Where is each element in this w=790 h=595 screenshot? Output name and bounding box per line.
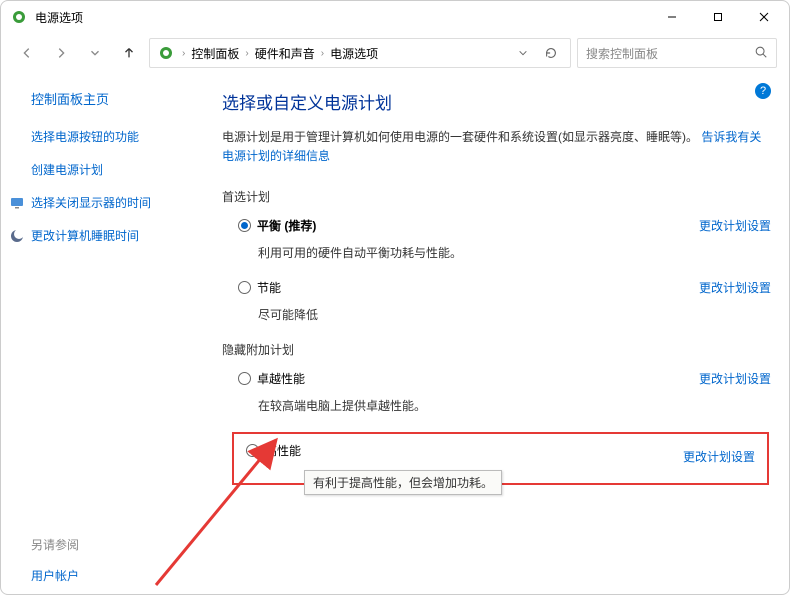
main-content: ? 选择或自定义电源计划 电源计划是用于管理计算机如何使用电源的一套硬件和系统设… xyxy=(206,73,789,594)
preferred-plans-label: 首选计划 xyxy=(222,188,771,205)
search-input[interactable]: 搜索控制面板 xyxy=(577,38,777,68)
titlebar: 电源选项 xyxy=(1,1,789,33)
monitor-icon xyxy=(9,195,25,211)
change-plan-settings-link[interactable]: 更改计划设置 xyxy=(699,217,771,234)
change-plan-settings-link[interactable]: 更改计划设置 xyxy=(683,448,755,465)
up-button[interactable] xyxy=(115,39,143,67)
plan-desc: 尽可能降低 xyxy=(258,306,771,323)
sidebar-link-sleep-time[interactable]: 更改计算机睡眠时间 xyxy=(31,227,206,244)
sidebar-link-create-plan[interactable]: 创建电源计划 xyxy=(31,161,206,178)
plan-desc: 利用可用的硬件自动平衡功耗与性能。 xyxy=(258,244,771,261)
breadcrumb-item[interactable]: 控制面板 xyxy=(189,45,241,62)
sidebar-link-power-button[interactable]: 选择电源按钮的功能 xyxy=(31,128,206,145)
plan-high-performance: 高性能 更改计划设置 xyxy=(246,442,761,463)
plan-name[interactable]: 高性能 xyxy=(265,442,301,459)
plan-ultimate: 卓越性能 更改计划设置 xyxy=(238,370,771,391)
sidebar: 控制面板主页 选择电源按钮的功能 创建电源计划 选择关闭显示器的时间 更改计算机… xyxy=(1,73,206,594)
sidebar-item-label: 更改计算机睡眠时间 xyxy=(31,227,139,244)
chevron-right-icon[interactable]: › xyxy=(180,48,187,59)
breadcrumb-item[interactable]: 电源选项 xyxy=(328,45,380,62)
chevron-right-icon[interactable]: › xyxy=(319,48,326,59)
address-bar[interactable]: › 控制面板 › 硬件和声音 › 电源选项 xyxy=(149,38,571,68)
plan-name[interactable]: 节能 xyxy=(257,279,281,296)
highlighted-plan-box: 高性能 更改计划设置 有利于提高性能，但会增加功耗。 xyxy=(232,432,769,485)
search-icon[interactable] xyxy=(754,45,768,62)
plan-saver: 节能 更改计划设置 xyxy=(238,279,771,300)
change-plan-settings-link[interactable]: 更改计划设置 xyxy=(699,370,771,387)
breadcrumb: › 控制面板 › 硬件和声音 › 电源选项 xyxy=(180,45,506,62)
intro-text: 电源计划是用于管理计算机如何使用电源的一套硬件和系统设置(如显示器亮度、睡眠等)… xyxy=(222,128,771,166)
address-dropdown-icon[interactable] xyxy=(512,48,534,58)
sidebar-link-display-off[interactable]: 选择关闭显示器的时间 xyxy=(31,194,206,211)
radio-saver[interactable] xyxy=(238,281,251,294)
radio-high-performance[interactable] xyxy=(246,444,259,457)
forward-button[interactable] xyxy=(47,39,75,67)
plan-balanced: 平衡 (推荐) 更改计划设置 xyxy=(238,217,771,238)
power-options-icon xyxy=(158,45,174,61)
recent-dropdown[interactable] xyxy=(81,39,109,67)
close-button[interactable] xyxy=(741,1,787,33)
maximize-button[interactable] xyxy=(695,1,741,33)
help-icon[interactable]: ? xyxy=(755,83,771,99)
page-title: 选择或自定义电源计划 xyxy=(222,89,771,114)
hidden-plans-label: 隐藏附加计划 xyxy=(222,341,771,358)
change-plan-settings-link[interactable]: 更改计划设置 xyxy=(699,279,771,296)
moon-icon xyxy=(9,228,25,244)
sidebar-link-user-accounts[interactable]: 用户帐户 xyxy=(31,567,206,584)
breadcrumb-item[interactable]: 硬件和声音 xyxy=(253,45,317,62)
search-placeholder: 搜索控制面板 xyxy=(586,45,658,62)
minimize-button[interactable] xyxy=(649,1,695,33)
sidebar-item-label: 选择关闭显示器的时间 xyxy=(31,194,151,211)
plan-name[interactable]: 平衡 (推荐) xyxy=(257,217,316,234)
radio-ultimate[interactable] xyxy=(238,372,251,385)
chevron-right-icon[interactable]: › xyxy=(243,48,250,59)
back-button[interactable] xyxy=(13,39,41,67)
window-title: 电源选项 xyxy=(35,9,649,26)
navbar: › 控制面板 › 硬件和声音 › 电源选项 搜索控制面板 xyxy=(1,33,789,73)
see-also-label: 另请参阅 xyxy=(31,536,206,553)
power-options-icon xyxy=(11,9,27,25)
intro-body: 电源计划是用于管理计算机如何使用电源的一套硬件和系统设置(如显示器亮度、睡眠等)… xyxy=(222,130,698,144)
plan-name[interactable]: 卓越性能 xyxy=(257,370,305,387)
refresh-icon[interactable] xyxy=(540,46,562,60)
tooltip: 有利于提高性能，但会增加功耗。 xyxy=(304,470,502,495)
plan-desc: 在较高端电脑上提供卓越性能。 xyxy=(258,397,771,414)
radio-balanced[interactable] xyxy=(238,219,251,232)
control-panel-home-link[interactable]: 控制面板主页 xyxy=(31,89,206,108)
